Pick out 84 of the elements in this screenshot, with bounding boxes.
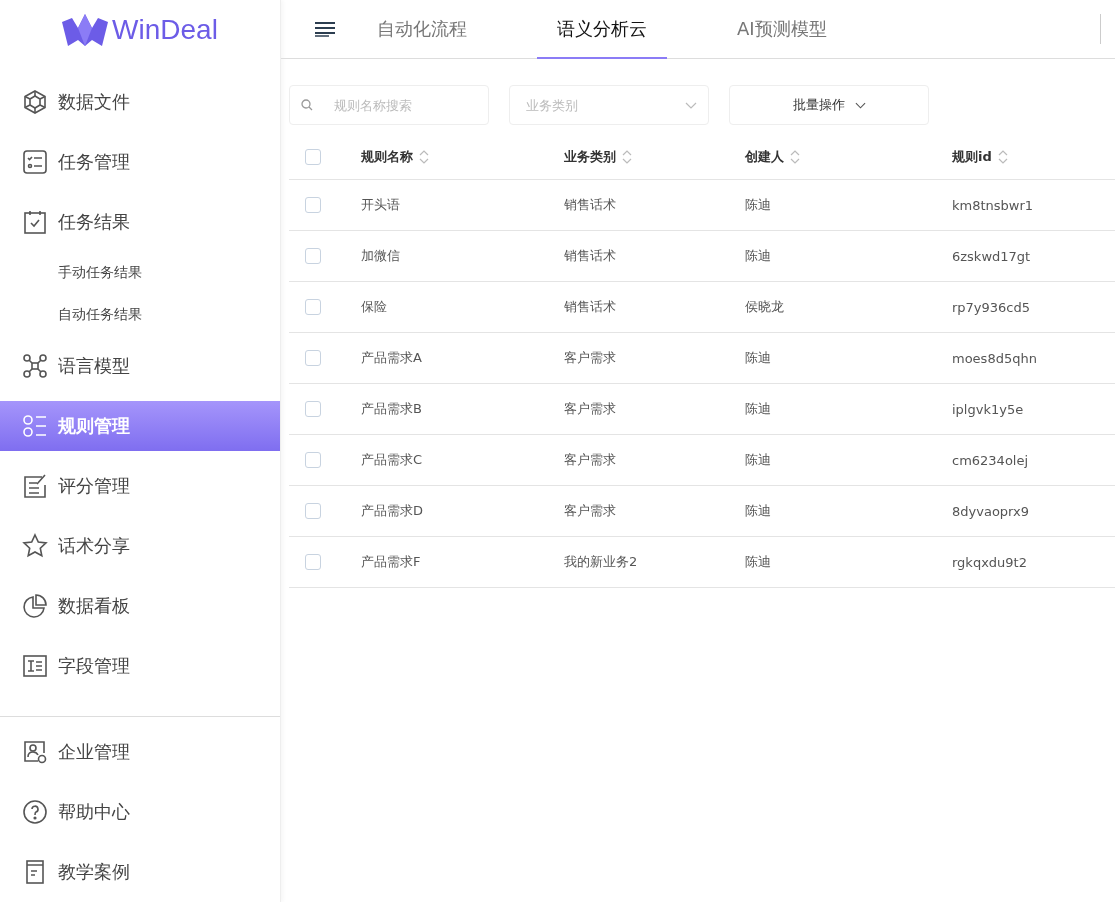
search-icon — [301, 99, 313, 111]
row-checkbox[interactable] — [305, 197, 321, 213]
sort-icon[interactable] — [997, 148, 1008, 166]
sidebar-item[interactable]: 评分管理 — [0, 456, 280, 516]
sort-icon[interactable] — [419, 148, 429, 166]
table-cell: 6zskwd17gt — [952, 248, 1031, 264]
table-cell: 产品需求A — [361, 349, 422, 367]
category-select[interactable]: 业务类别 — [509, 85, 709, 125]
sidebar-subitem[interactable]: 手动任务结果 — [0, 252, 280, 294]
table-cell: 产品需求F — [361, 553, 421, 571]
table-cell: 销售话术 — [564, 196, 616, 214]
chevron-down-icon — [685, 102, 697, 109]
edit-icon — [22, 473, 48, 499]
menu-icon[interactable] — [315, 21, 335, 37]
table-cell: 客户需求 — [564, 349, 616, 367]
table-cell: 客户需求 — [564, 502, 616, 520]
table-cell: 产品需求D — [361, 502, 423, 520]
batch-operation-button[interactable]: 批量操作 — [729, 85, 929, 125]
calendar-icon — [22, 209, 48, 235]
sidebar-item[interactable]: 数据文件 — [0, 72, 280, 132]
rules-icon — [22, 413, 48, 439]
column-header: 规则id — [952, 148, 992, 166]
sidebar-subitem[interactable]: 自动任务结果 — [0, 294, 280, 336]
sidebar-item[interactable]: 企业管理 — [0, 722, 280, 782]
sort-icon[interactable] — [790, 148, 800, 166]
table-cell: 客户需求 — [564, 400, 616, 418]
table-cell: 销售话术 — [564, 247, 616, 265]
table-cell: 开头语 — [361, 196, 400, 214]
network-icon — [22, 353, 48, 379]
table-cell: 陈迪 — [745, 349, 771, 367]
sort-icon[interactable] — [622, 148, 632, 166]
top-tab[interactable]: AI预测模型 — [717, 0, 847, 59]
row-checkbox[interactable] — [305, 401, 321, 417]
sidebar-item[interactable]: 帮助中心 — [0, 782, 280, 842]
table-cell: 陈迪 — [745, 400, 771, 418]
sidebar-item[interactable]: 数据看板 — [0, 576, 280, 636]
table-cell: 我的新业务2 — [564, 553, 638, 571]
chevron-down-icon — [854, 101, 866, 109]
table-cell: 产品需求C — [361, 451, 423, 469]
table-cell: moes8d5qhn — [952, 350, 1037, 366]
logo-icon — [62, 14, 109, 46]
table-cell: 加微信 — [361, 247, 400, 265]
row-checkbox[interactable] — [305, 299, 321, 315]
row-checkbox[interactable] — [305, 248, 321, 264]
row-checkbox[interactable] — [305, 452, 321, 468]
table-cell: 保险 — [361, 298, 387, 316]
table-cell: 陈迪 — [745, 247, 771, 265]
row-checkbox[interactable] — [305, 350, 321, 366]
sidebar-item[interactable]: 字段管理 — [0, 636, 280, 696]
table-cell: iplgvk1y5e — [952, 401, 1024, 417]
table-cell: 8dyvaoprx9 — [952, 503, 1030, 519]
pie-icon — [22, 593, 48, 619]
table-cell: cm6234olej — [952, 452, 1029, 468]
table-cell: rp7y936cd5 — [952, 299, 1031, 315]
row-checkbox[interactable] — [305, 503, 321, 519]
table-cell: 陈迪 — [745, 553, 771, 571]
sidebar-item[interactable]: 话术分享 — [0, 516, 280, 576]
top-tab[interactable]: 语义分析云 — [537, 0, 667, 59]
select-all-checkbox[interactable] — [305, 149, 321, 165]
top-tab[interactable]: 自动化流程 — [357, 0, 487, 59]
help-icon — [22, 799, 48, 825]
table-cell: km8tnsbwr1 — [952, 197, 1034, 213]
text-icon — [22, 653, 48, 679]
sidebar-item[interactable]: 语言模型 — [0, 336, 280, 396]
row-checkbox[interactable] — [305, 554, 321, 570]
column-header: 创建人 — [745, 148, 784, 166]
table-cell: rgkqxdu9t2 — [952, 554, 1027, 570]
table-cell: 陈迪 — [745, 451, 771, 469]
cube-icon — [22, 89, 48, 115]
table-cell: 陈迪 — [745, 196, 771, 214]
sidebar-item[interactable]: 任务管理 — [0, 132, 280, 192]
sidebar-item[interactable]: 教学案例 — [0, 842, 280, 902]
logo-text: WinDeal — [112, 14, 218, 46]
column-header: 业务类别 — [564, 148, 616, 166]
table-cell: 客户需求 — [564, 451, 616, 469]
star-icon — [22, 533, 48, 559]
table-cell: 侯晓龙 — [745, 298, 784, 316]
table-cell: 销售话术 — [564, 298, 616, 316]
sidebar-item[interactable]: 任务结果 — [0, 192, 280, 252]
search-field[interactable]: 规则名称搜索 — [289, 85, 489, 125]
list-icon — [22, 149, 48, 175]
table-cell: 陈迪 — [745, 502, 771, 520]
column-header: 规则名称 — [361, 148, 413, 166]
table-cell: 产品需求B — [361, 400, 422, 418]
